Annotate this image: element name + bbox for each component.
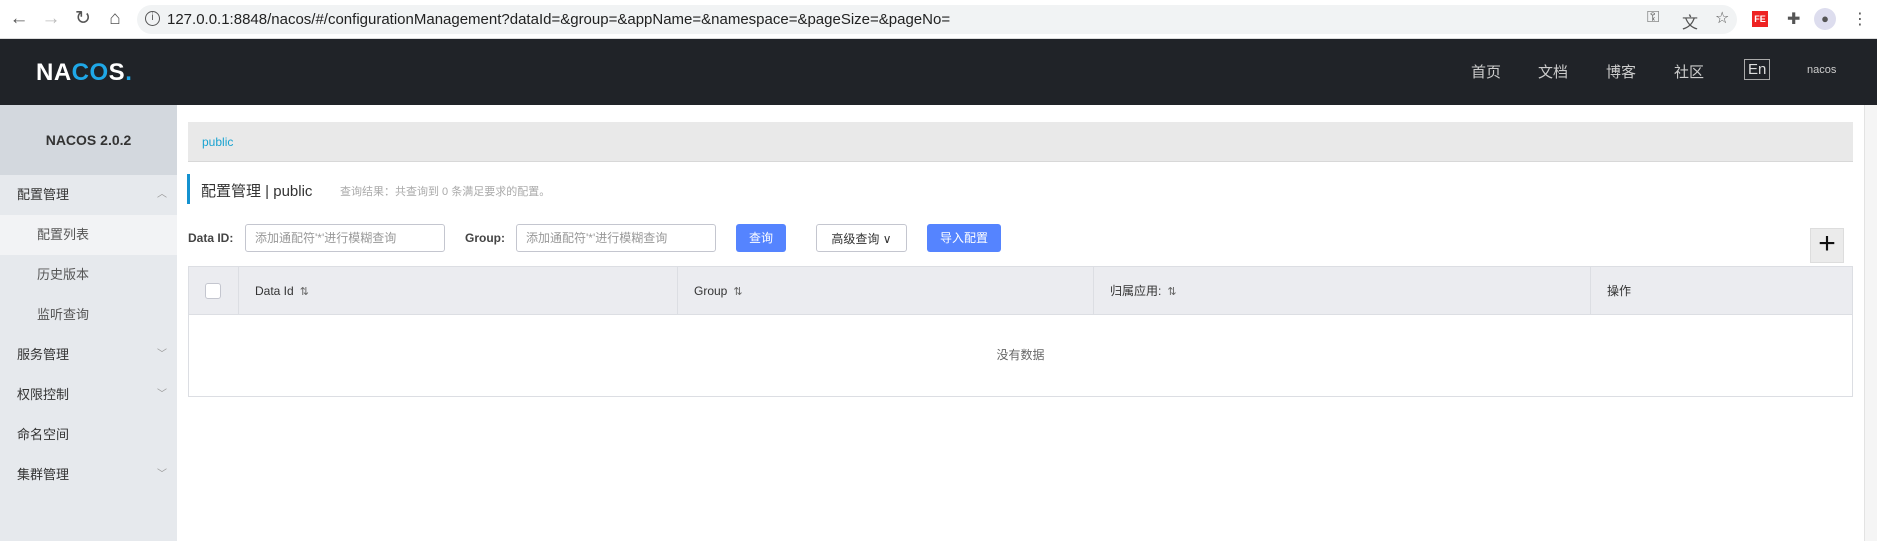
- namespace-public-link[interactable]: public: [202, 135, 233, 149]
- column-label: Data Id: [255, 284, 294, 298]
- sidebar-item-config-management[interactable]: 配置管理 ︿: [0, 175, 177, 215]
- info-icon[interactable]: i: [145, 11, 160, 26]
- extensions-icon[interactable]: ✚: [1787, 9, 1800, 29]
- chevron-down-icon: ﹀: [157, 469, 167, 480]
- url-text[interactable]: 127.0.0.1:8848/nacos/#/configurationMana…: [167, 11, 950, 28]
- top-nav: NACOS. 首页 文档 博客 社区 En nacos: [0, 39, 1877, 105]
- reload-icon[interactable]: ↻: [72, 8, 94, 30]
- sidebar-item-config-list[interactable]: 配置列表: [0, 215, 177, 255]
- sidebar-item-history[interactable]: 历史版本: [0, 255, 177, 295]
- chevron-down-icon: ﹀: [157, 349, 167, 360]
- key-icon[interactable]: ⚿: [1647, 9, 1659, 27]
- user-menu[interactable]: nacos: [1807, 64, 1836, 76]
- language-toggle[interactable]: En: [1744, 59, 1771, 80]
- browser-toolbar: ← → ↻ ⌂ i 127.0.0.1:8848/nacos/#/configu…: [0, 0, 1877, 39]
- column-actions: 操作: [1591, 267, 1852, 315]
- column-label: 归属应用:: [1110, 284, 1162, 298]
- import-config-button[interactable]: 导入配置: [927, 224, 1001, 252]
- chevron-down-icon: ∨: [882, 232, 892, 246]
- data-id-label: Data ID:: [188, 231, 234, 245]
- nav-home[interactable]: 首页: [1471, 61, 1501, 82]
- fe-extension-icon[interactable]: FE: [1752, 11, 1768, 27]
- sidebar-item-label: 集群管理: [17, 467, 70, 482]
- menu-icon[interactable]: ⋮: [1852, 9, 1868, 29]
- sort-icon[interactable]: ⇅: [733, 286, 742, 298]
- translate-icon[interactable]: 文: [1682, 9, 1698, 33]
- query-result-text: 查询结果：共查询到 0 条满足要求的配置。: [340, 186, 551, 198]
- chevron-down-icon: ﹀: [157, 389, 167, 400]
- column-label: Group: [694, 284, 728, 298]
- nacos-logo[interactable]: NACOS.: [36, 59, 132, 87]
- page-scrollbar[interactable]: [1864, 105, 1877, 541]
- profile-icon[interactable]: ●: [1814, 8, 1836, 30]
- chevron-up-icon: ︿: [157, 189, 167, 200]
- sidebar-item-listener-query[interactable]: 监听查询: [0, 295, 177, 335]
- column-data-id[interactable]: Data Id ⇅: [239, 267, 678, 315]
- select-all-cell: [189, 267, 239, 315]
- title-accent: [187, 174, 190, 204]
- nav-docs[interactable]: 文档: [1538, 61, 1568, 82]
- sidebar-item-label: 配置管理: [17, 187, 70, 202]
- column-label: 操作: [1607, 284, 1632, 298]
- data-id-input[interactable]: 添加通配符'*'进行模糊查询: [245, 224, 445, 252]
- sidebar-item-label: 历史版本: [37, 267, 90, 282]
- page-title: 配置管理 | public: [201, 183, 313, 200]
- sidebar-item-label: 权限控制: [17, 387, 70, 402]
- column-app[interactable]: 归属应用: ⇅: [1094, 267, 1591, 315]
- sidebar-item-namespace[interactable]: 命名空间: [0, 415, 177, 455]
- sidebar-item-label: 监听查询: [37, 307, 90, 322]
- table-header: Data Id ⇅ Group ⇅ 归属应用: ⇅ 操作: [189, 267, 1852, 315]
- advanced-query-label: 高级查询: [831, 232, 880, 246]
- empty-state: 没有数据: [996, 348, 1045, 362]
- forward-icon[interactable]: →: [40, 8, 62, 30]
- sidebar: NACOS 2.0.2 配置管理 ︿ 配置列表 历史版本 监听查询 服务管理 ﹀ 权…: [0, 105, 177, 541]
- add-config-button[interactable]: +: [1810, 228, 1844, 263]
- sidebar-item-service-management[interactable]: 服务管理 ﹀: [0, 335, 177, 375]
- nav-community[interactable]: 社区: [1674, 61, 1704, 82]
- sidebar-item-access-control[interactable]: 权限控制 ﹀: [0, 375, 177, 415]
- group-input[interactable]: 添加通配符'*'进行模糊查询: [516, 224, 716, 252]
- back-icon[interactable]: ←: [8, 8, 30, 30]
- column-group[interactable]: Group ⇅: [678, 267, 1094, 315]
- query-button[interactable]: 查询: [736, 224, 786, 252]
- sidebar-item-cluster-management[interactable]: 集群管理 ﹀: [0, 455, 177, 495]
- nav-blog[interactable]: 博客: [1606, 61, 1636, 82]
- namespace-bar: public: [188, 122, 1853, 162]
- sort-icon[interactable]: ⇅: [300, 286, 309, 298]
- select-all-checkbox[interactable]: [205, 283, 221, 299]
- group-label: Group:: [465, 231, 505, 245]
- sidebar-item-label: 配置列表: [37, 227, 90, 242]
- sidebar-title: NACOS 2.0.2: [0, 105, 177, 175]
- sort-icon[interactable]: ⇅: [1167, 286, 1176, 298]
- address-bar[interactable]: i 127.0.0.1:8848/nacos/#/configurationMa…: [137, 5, 1737, 34]
- sidebar-item-label: 命名空间: [17, 427, 70, 442]
- sidebar-item-label: 服务管理: [17, 347, 70, 362]
- plus-icon: +: [1818, 227, 1836, 260]
- home-icon[interactable]: ⌂: [104, 8, 126, 30]
- advanced-query-button[interactable]: 高级查询 ∨: [816, 224, 907, 252]
- star-icon[interactable]: ☆: [1715, 8, 1729, 28]
- config-table: Data Id ⇅ Group ⇅ 归属应用: ⇅ 操作 没有数据: [188, 266, 1853, 397]
